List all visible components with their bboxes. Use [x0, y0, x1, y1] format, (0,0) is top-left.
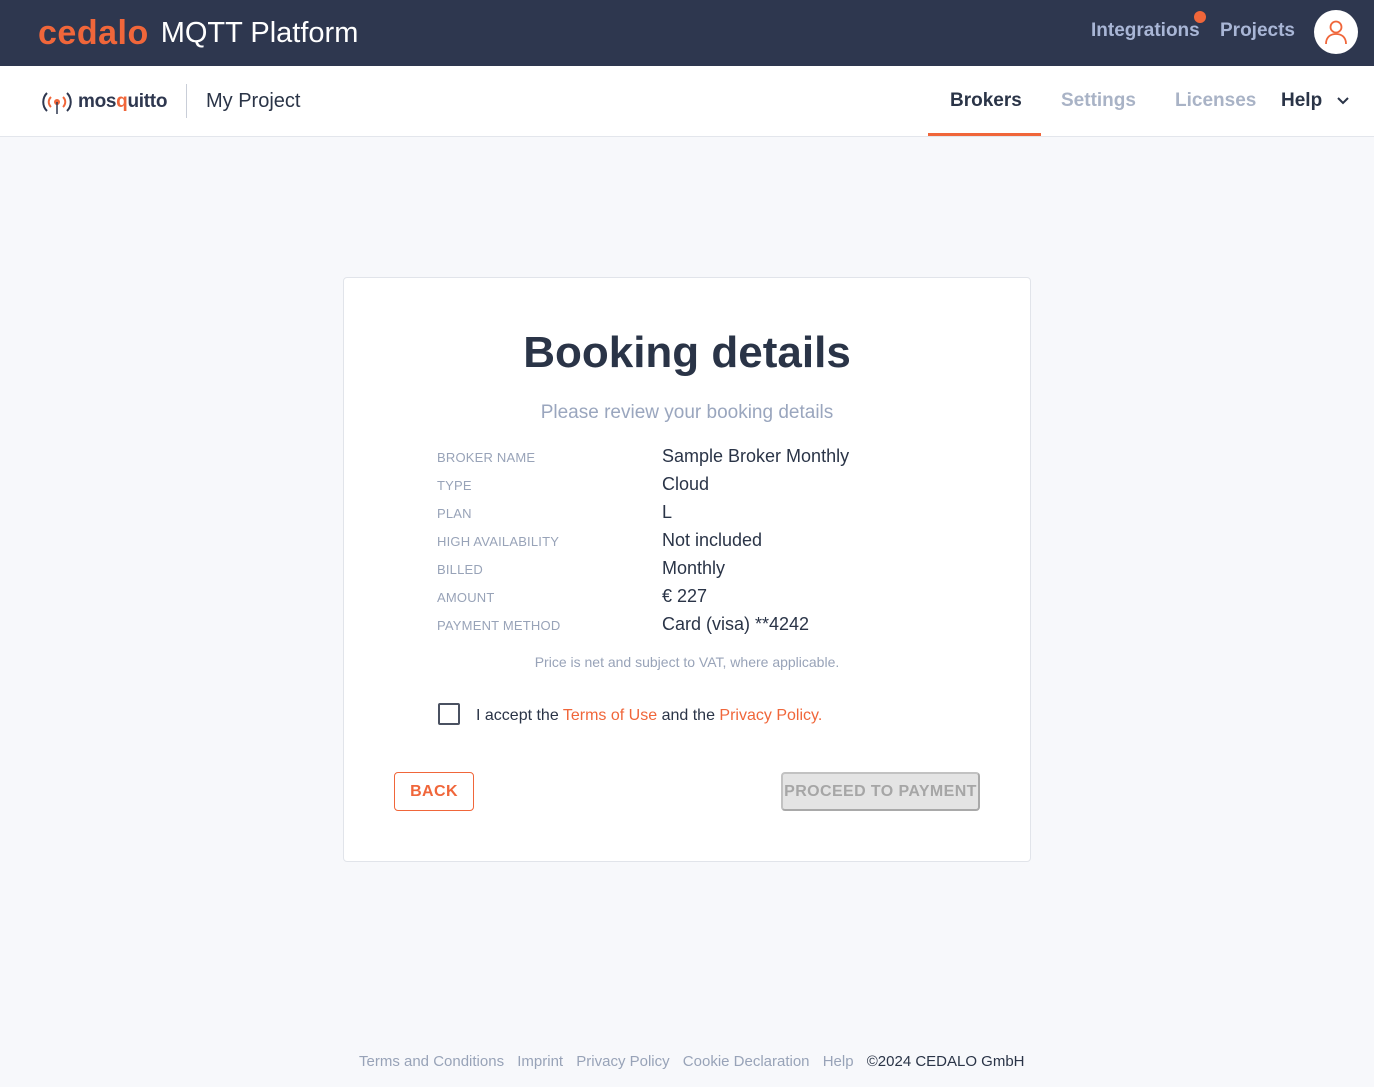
- tab-licenses[interactable]: Licenses: [1175, 90, 1256, 112]
- detail-label: AMOUNT: [437, 590, 495, 605]
- detail-label: TYPE: [437, 478, 472, 493]
- project-nav-bar: mosquitto My Project Brokers Settings Li…: [0, 66, 1374, 137]
- cedalo-logo[interactable]: cedalo MQTT Platform: [38, 12, 358, 54]
- footer-link-privacy[interactable]: Privacy Policy: [576, 1053, 669, 1070]
- terms-of-use-link[interactable]: Terms of Use: [563, 707, 657, 724]
- help-menu[interactable]: Help: [1281, 90, 1322, 112]
- mosquitto-antenna-icon: [42, 92, 72, 114]
- chevron-down-icon[interactable]: [1336, 96, 1350, 106]
- detail-value: Monthly: [662, 558, 726, 578]
- detail-value: Card (visa) **4242: [662, 614, 810, 634]
- mosquitto-logo[interactable]: mosquitto: [40, 88, 167, 116]
- detail-row-broker-name: BROKER NAME Sample Broker Monthly: [437, 446, 957, 470]
- detail-value: € 227: [662, 586, 708, 606]
- projects-link[interactable]: Projects: [1220, 20, 1295, 42]
- detail-row-plan: PLAN L: [437, 502, 957, 526]
- accept-terms-label: I accept the Terms of Use and the Privac…: [476, 707, 823, 724]
- detail-row-payment-method: PAYMENT METHOD Card (visa) **4242: [437, 614, 957, 638]
- detail-label: BILLED: [437, 562, 484, 577]
- active-tab-indicator: [928, 133, 1041, 136]
- detail-row-type: TYPE Cloud: [437, 474, 957, 498]
- user-avatar-button[interactable]: [1314, 10, 1358, 54]
- proceed-to-payment-button[interactable]: PROCEED TO PAYMENT: [781, 772, 980, 811]
- integrations-link[interactable]: Integrations: [1091, 20, 1200, 42]
- detail-label: PLAN: [437, 506, 472, 521]
- footer-link-cookies[interactable]: Cookie Declaration: [683, 1053, 810, 1070]
- project-name[interactable]: My Project: [206, 90, 300, 113]
- tab-settings[interactable]: Settings: [1061, 90, 1136, 112]
- tab-brokers[interactable]: Brokers: [950, 90, 1022, 112]
- copyright: ©2024 CEDALO GmbH: [866, 1053, 1025, 1070]
- detail-value: Cloud: [662, 474, 710, 494]
- detail-label: PAYMENT METHOD: [437, 618, 561, 633]
- page-subtitle: Please review your booking details: [540, 402, 834, 423]
- top-bar: cedalo MQTT Platform Integrations Projec…: [0, 0, 1374, 66]
- detail-label: BROKER NAME: [437, 450, 536, 465]
- vat-note: Price is net and subject to VAT, where a…: [534, 654, 840, 670]
- footer-link-imprint[interactable]: Imprint: [517, 1053, 563, 1070]
- accept-terms-checkbox[interactable]: [438, 703, 460, 725]
- header-divider: [186, 84, 187, 118]
- back-button[interactable]: BACK: [394, 772, 474, 811]
- notification-dot: [1194, 11, 1206, 23]
- privacy-policy-link[interactable]: Privacy Policy.: [719, 707, 822, 724]
- detail-row-billed: BILLED Monthly: [437, 558, 957, 582]
- detail-value: L: [662, 502, 673, 522]
- mosquitto-wordmark: mosquitto: [78, 91, 168, 112]
- detail-value: Sample Broker Monthly: [662, 446, 850, 466]
- footer-link-terms[interactable]: Terms and Conditions: [359, 1053, 504, 1070]
- user-icon: [1325, 20, 1347, 45]
- booking-details-card: Booking details Please review your booki…: [343, 277, 1031, 862]
- product-name: MQTT Platform: [160, 16, 359, 49]
- detail-value: Not included: [662, 530, 763, 550]
- detail-row-amount: AMOUNT € 227: [437, 586, 957, 610]
- detail-row-high-availability: HIGH AVAILABILITY Not included: [437, 530, 957, 554]
- page-title: Booking details: [523, 328, 851, 377]
- brand-name: cedalo: [38, 13, 149, 52]
- footer-link-help[interactable]: Help: [823, 1053, 854, 1070]
- footer: Terms and Conditions Imprint Privacy Pol…: [359, 1053, 1025, 1070]
- detail-label: HIGH AVAILABILITY: [437, 534, 560, 549]
